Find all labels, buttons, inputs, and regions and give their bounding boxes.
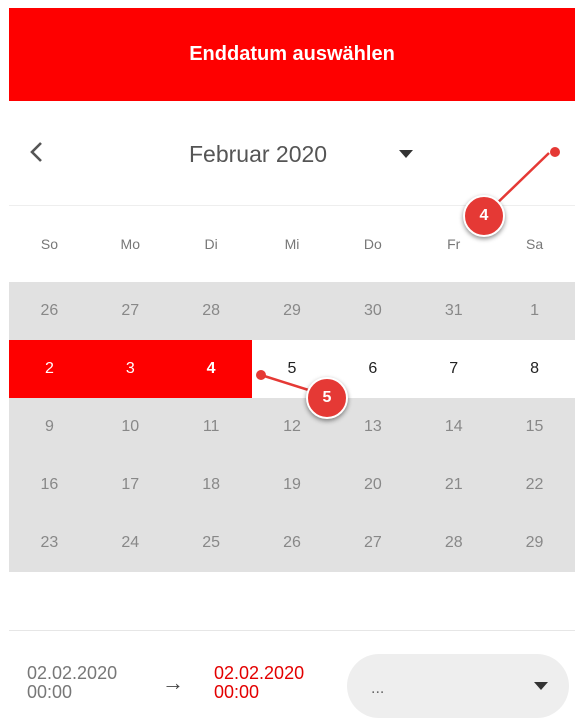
day-cell-disabled: 17 xyxy=(89,456,171,514)
day-cell-disabled: 25 xyxy=(170,514,252,572)
day-cell-selected[interactable]: 3 xyxy=(89,340,171,398)
day-cell-disabled: 15 xyxy=(494,398,575,456)
start-time: 00:00 xyxy=(27,682,73,702)
end-datetime: 02.02.2020 00:00 xyxy=(214,664,304,702)
day-cell-disabled: 31 xyxy=(413,282,495,340)
day-cell-disabled: 14 xyxy=(413,398,495,456)
start-date: 02.02.2020 xyxy=(27,663,118,683)
caret-down-icon xyxy=(534,682,548,690)
day-cell-disabled: 29 xyxy=(251,282,333,340)
dialog-header: Enddatum auswählen xyxy=(9,8,575,101)
day-cell-disabled: 27 xyxy=(89,282,171,340)
day-cell-disabled: 1 xyxy=(494,282,575,340)
day-cell-disabled: 26 xyxy=(9,282,90,340)
day-cell-disabled: 26 xyxy=(251,514,333,572)
day-cell-selected-end[interactable]: 4 xyxy=(170,340,252,398)
day-cell-disabled: 29 xyxy=(494,514,575,572)
day-cell-disabled: 20 xyxy=(332,456,414,514)
weekday-label: Mo xyxy=(120,236,140,252)
arrow-right-icon: → xyxy=(162,670,184,695)
prev-month-button[interactable] xyxy=(26,139,48,165)
day-cell-disabled: 11 xyxy=(170,398,252,456)
day-cell-disabled: 19 xyxy=(251,456,333,514)
time-select[interactable]: ... xyxy=(347,654,569,718)
month-dropdown-button[interactable] xyxy=(395,146,417,162)
day-cell-disabled: 10 xyxy=(89,398,171,456)
day-grid: 26 27 28 29 30 31 1 2 3 4 5 6 7 8 9 10 1… xyxy=(9,282,575,572)
day-cell-disabled: 28 xyxy=(413,514,495,572)
day-cell-disabled: 30 xyxy=(332,282,414,340)
next-month-button[interactable] xyxy=(541,141,565,165)
weekday-label: Do xyxy=(363,236,382,252)
footer-divider xyxy=(9,630,575,631)
dialog-title: Enddatum auswählen xyxy=(189,43,395,65)
day-cell-disabled: 27 xyxy=(332,514,414,572)
month-navigation: Februar 2020 xyxy=(9,101,575,206)
start-datetime: 02.02.2020 00:00 xyxy=(27,664,117,702)
weekday-label: So xyxy=(40,236,58,252)
month-label[interactable]: Februar 2020 xyxy=(189,141,327,168)
day-cell-disabled: 16 xyxy=(9,456,90,514)
day-cell-disabled: 18 xyxy=(170,456,252,514)
time-select-value: ... xyxy=(371,680,385,697)
caret-down-icon xyxy=(399,150,413,158)
day-cell-disabled: 23 xyxy=(9,514,90,572)
day-cell-disabled: 21 xyxy=(413,456,495,514)
annotation-badge-5: 5 xyxy=(306,377,348,419)
weekday-label: Di xyxy=(204,236,218,252)
end-time: 00:00 xyxy=(214,682,260,702)
annotation-badge-4: 4 xyxy=(463,195,505,237)
day-cell-disabled: 22 xyxy=(494,456,575,514)
day-cell-disabled: 9 xyxy=(9,398,90,456)
end-date: 02.02.2020 xyxy=(214,663,305,683)
day-cell[interactable]: 8 xyxy=(494,340,575,398)
day-cell[interactable]: 7 xyxy=(413,340,495,398)
day-cell-disabled: 28 xyxy=(170,282,252,340)
day-cell-selected[interactable]: 2 xyxy=(9,340,90,398)
dot-icon xyxy=(550,147,560,157)
weekday-label: Mi xyxy=(284,236,300,252)
chevron-left-icon xyxy=(30,142,42,162)
day-cell-disabled: 24 xyxy=(89,514,171,572)
weekday-label: Sa xyxy=(526,236,544,252)
